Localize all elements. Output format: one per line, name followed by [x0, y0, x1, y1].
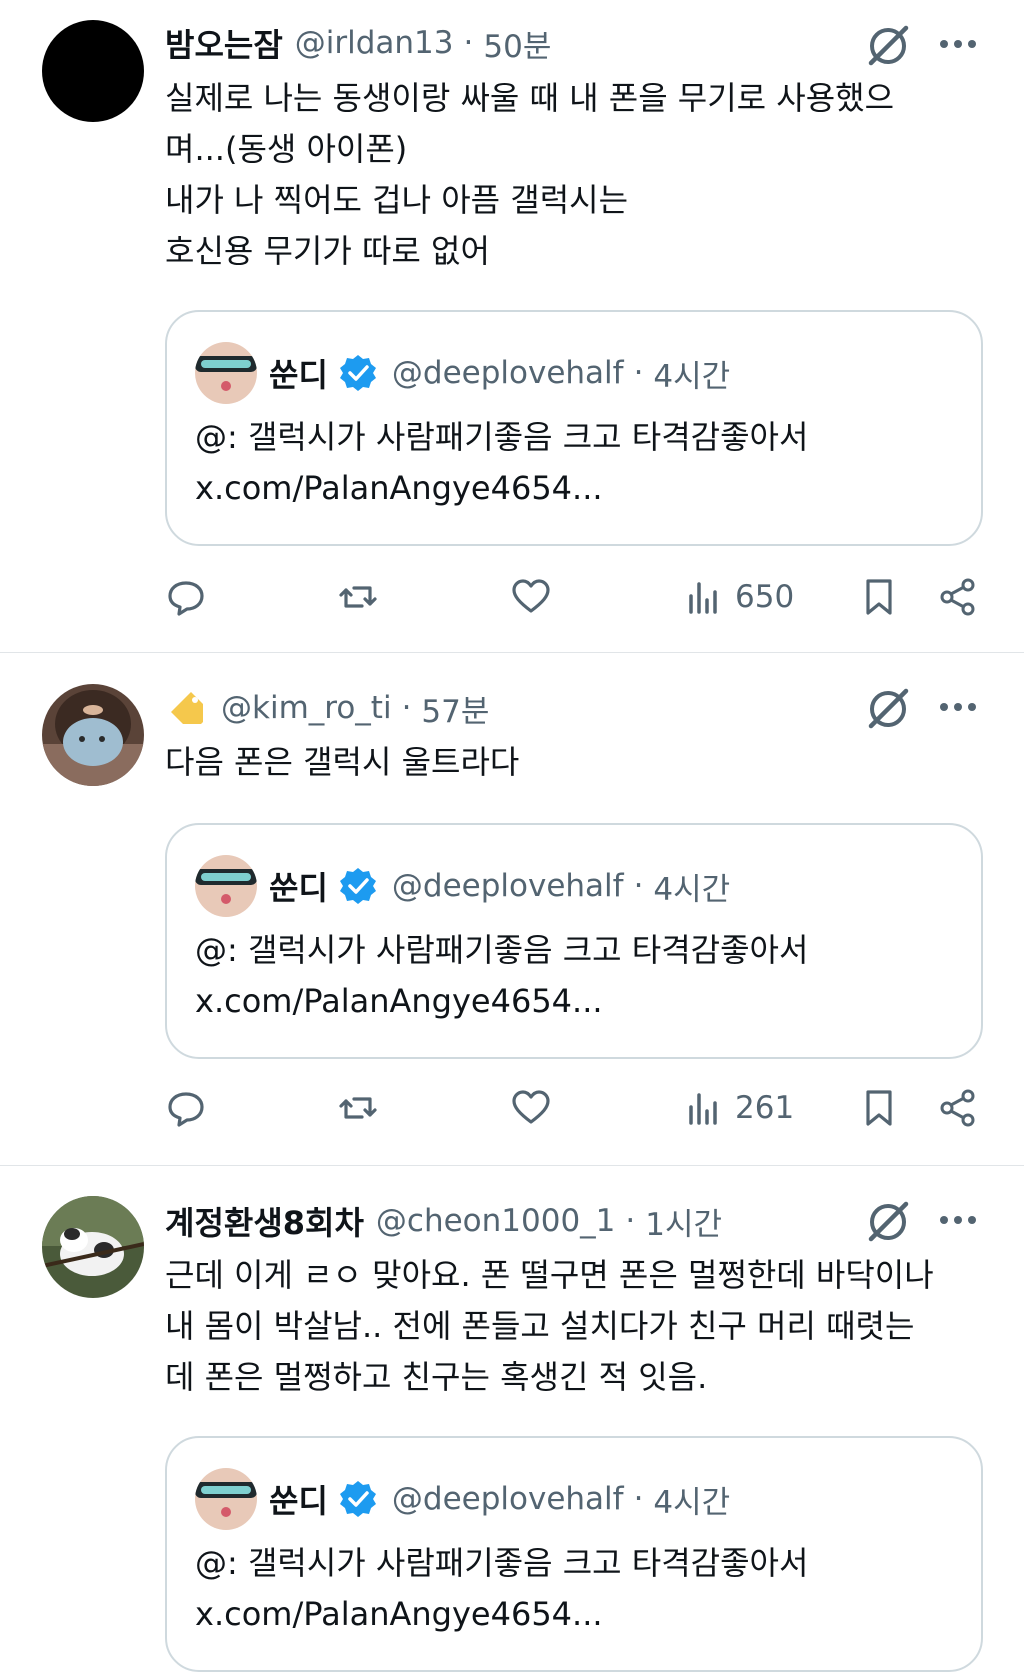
avatar[interactable]	[42, 20, 144, 122]
quote-header: 쑨디 @deeplovehalf · 4시간	[269, 861, 730, 911]
grok-slash-icon[interactable]	[862, 20, 914, 72]
share-icon	[940, 578, 975, 616]
timestamp[interactable]: 57분	[421, 686, 489, 731]
display-name[interactable]: 계정환생8회차	[165, 1198, 364, 1244]
reply-bubble-icon	[168, 1092, 204, 1127]
views-bar-icon	[689, 1093, 717, 1125]
quote-separator: ·	[633, 1481, 644, 1517]
quote-timestamp[interactable]: 4시간	[653, 351, 730, 396]
views-count: 261	[735, 1090, 795, 1126]
quote-handle[interactable]: @deeplovehalf	[392, 868, 624, 904]
verified-badge-icon	[339, 868, 376, 904]
quote-timestamp[interactable]: 4시간	[653, 1477, 730, 1522]
action-bar: 261	[165, 1078, 995, 1138]
grok-slash-icon[interactable]	[862, 1196, 914, 1248]
reply-button[interactable]	[165, 1078, 207, 1138]
share-icon	[940, 1089, 975, 1127]
retweet-icon	[339, 586, 377, 608]
verified-badge-icon	[339, 355, 376, 391]
quote-avatar[interactable]	[195, 342, 257, 404]
quote-avatar[interactable]	[195, 1468, 257, 1530]
quote-handle[interactable]: @deeplovehalf	[392, 1481, 624, 1517]
quote-display-name[interactable]: 쑨디	[269, 863, 328, 909]
quote-header: 쑨디 @deeplovehalf · 4시간	[269, 348, 730, 398]
more-dots-icon[interactable]	[934, 1196, 982, 1244]
quote-display-name[interactable]: 쑨디	[269, 350, 328, 396]
grok-slash-icon[interactable]	[862, 683, 914, 735]
avatar[interactable]	[42, 1196, 144, 1298]
bookmark-button[interactable]	[858, 1078, 900, 1138]
share-button[interactable]	[937, 567, 979, 627]
bookmark-button[interactable]	[858, 567, 900, 627]
separator: ·	[463, 25, 474, 61]
separator: ·	[401, 690, 412, 726]
quote-avatar[interactable]	[195, 855, 257, 917]
label-tag-icon	[171, 692, 203, 724]
action-bar: 650	[165, 567, 995, 627]
quote-display-name[interactable]: 쑨디	[269, 1476, 328, 1522]
quote-separator: ·	[633, 868, 644, 904]
retweet-button[interactable]	[337, 567, 379, 627]
quote-separator: ·	[633, 355, 644, 391]
like-button[interactable]	[510, 567, 552, 627]
more-dots-icon[interactable]	[934, 20, 982, 68]
views-button[interactable]: 261	[683, 1078, 794, 1138]
heart-icon	[512, 579, 550, 613]
views-button[interactable]: 650	[683, 567, 794, 627]
retweet-button[interactable]	[337, 1078, 379, 1138]
handle[interactable]: @kim_ro_ti	[221, 690, 392, 726]
separator: ·	[625, 1203, 636, 1239]
display-name[interactable]: 밤오는잠	[165, 20, 283, 66]
handle[interactable]: @cheon1000_1	[376, 1203, 616, 1239]
quote-text: @: 갤럭시가 사람패기좋음 크고 타격감좋아서 x.com/PalanAngy…	[195, 931, 809, 1020]
quote-handle[interactable]: @deeplovehalf	[392, 355, 624, 391]
tweet-2[interactable]: @kim_ro_ti · 57분 다음 폰은 갤럭시 울트라다 쑨디 @deep…	[0, 653, 1024, 1163]
more-dots-icon[interactable]	[934, 683, 982, 731]
avatar[interactable]	[42, 684, 144, 786]
quoted-tweet[interactable]: 쑨디 @deeplovehalf · 4시간 @: 갤럭시가 사람패기좋음 크고…	[165, 1436, 983, 1672]
tweet-header: 밤오는잠 @irldan13 · 50분	[165, 18, 551, 68]
quoted-tweet[interactable]: 쑨디 @deeplovehalf · 4시간 @: 갤럭시가 사람패기좋음 크고…	[165, 823, 983, 1059]
reply-bubble-icon	[168, 581, 204, 616]
bookmark-icon	[866, 1090, 892, 1126]
reply-button[interactable]	[165, 567, 207, 627]
handle[interactable]: @irldan13	[295, 25, 454, 61]
quote-text: @: 갤럭시가 사람패기좋음 크고 타격감좋아서 x.com/PalanAngy…	[195, 418, 809, 507]
timestamp[interactable]: 1시간	[645, 1199, 722, 1244]
tweet-1[interactable]: 밤오는잠 @irldan13 · 50분 실제로 나는 동생이랑 싸울 때 내 …	[0, 0, 1024, 652]
tweet-text: 실제로 나는 동생이랑 싸울 때 내 폰을 무기로 사용했으 며...(동생 아…	[165, 79, 895, 270]
verified-badge-icon	[339, 1481, 376, 1517]
views-bar-icon	[689, 582, 717, 614]
like-button[interactable]	[510, 1078, 552, 1138]
timestamp[interactable]: 50분	[483, 21, 551, 66]
quoted-tweet[interactable]: 쑨디 @deeplovehalf · 4시간 @: 갤럭시가 사람패기좋음 크고…	[165, 310, 983, 546]
tweet-text: 다음 폰은 갤럭시 울트라다	[165, 743, 520, 781]
share-button[interactable]	[937, 1078, 979, 1138]
tweet-header: @kim_ro_ti · 57분	[165, 683, 489, 733]
quote-timestamp[interactable]: 4시간	[653, 864, 730, 909]
retweet-icon	[339, 1097, 377, 1119]
heart-icon	[512, 1090, 550, 1124]
quote-text: @: 갤럭시가 사람패기좋음 크고 타격감좋아서 x.com/PalanAngy…	[195, 1544, 809, 1633]
views-count: 650	[735, 579, 795, 615]
tweet-header: 계정환생8회차 @cheon1000_1 · 1시간	[165, 1196, 722, 1246]
tweet-3[interactable]: 계정환생8회차 @cheon1000_1 · 1시간 근데 이게 ㄹㅇ 맞아요.…	[0, 1166, 1024, 1674]
tweet-text: 근데 이게 ㄹㅇ 맞아요. 폰 떨구면 폰은 멀쩡한데 바닥이나 내 몸이 박살…	[165, 1256, 934, 1396]
quote-header: 쑨디 @deeplovehalf · 4시간	[269, 1474, 730, 1524]
bookmark-icon	[866, 579, 892, 615]
